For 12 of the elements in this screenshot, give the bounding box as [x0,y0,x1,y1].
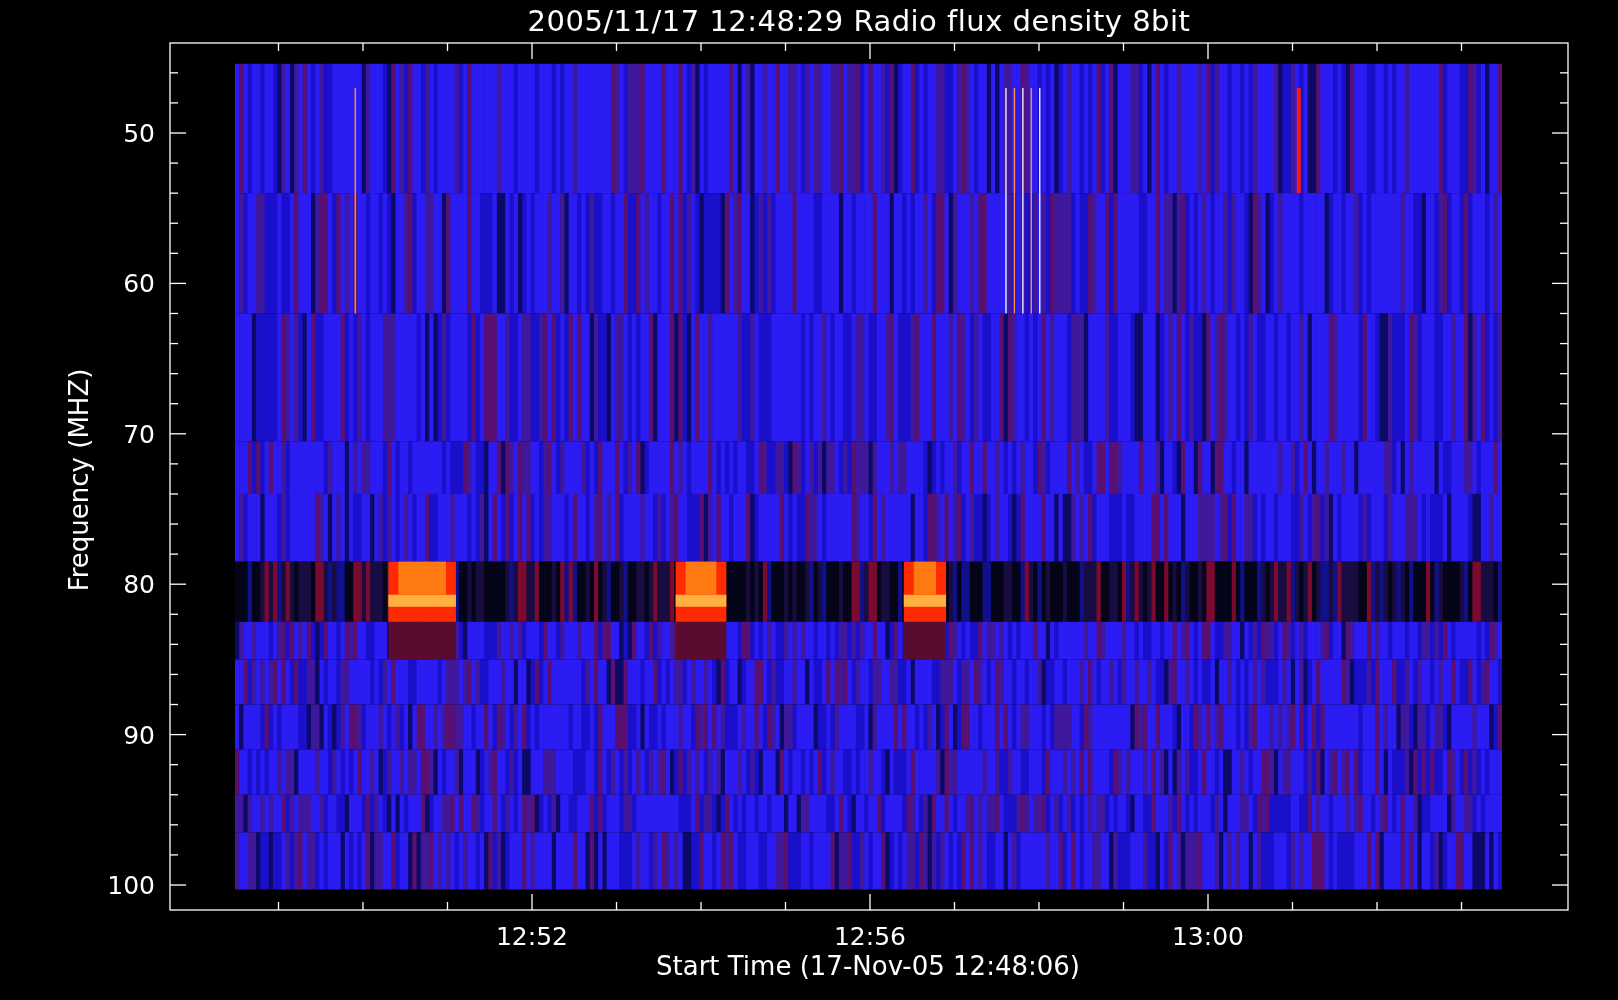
y-tick-label: 80 [123,570,155,600]
x-tick-label: 13:00 [1172,922,1244,951]
y-axis-label: Frequency (MHZ) [64,368,94,592]
y-tick-label: 70 [123,419,155,449]
chart-title: 2005/11/17 12:48:29 Radio flux density 8bit [527,4,1191,38]
x-tick-label: 12:56 [834,922,906,951]
x-tick-label: 12:52 [496,922,568,951]
y-tick-label: 90 [123,720,155,750]
y-tick-label: 100 [107,871,155,900]
y-tick-label: 60 [123,269,155,299]
y-tick-label: 50 [123,119,155,148]
x-axis-label: Start Time (17-Nov-05 12:48:06) [656,951,1080,981]
